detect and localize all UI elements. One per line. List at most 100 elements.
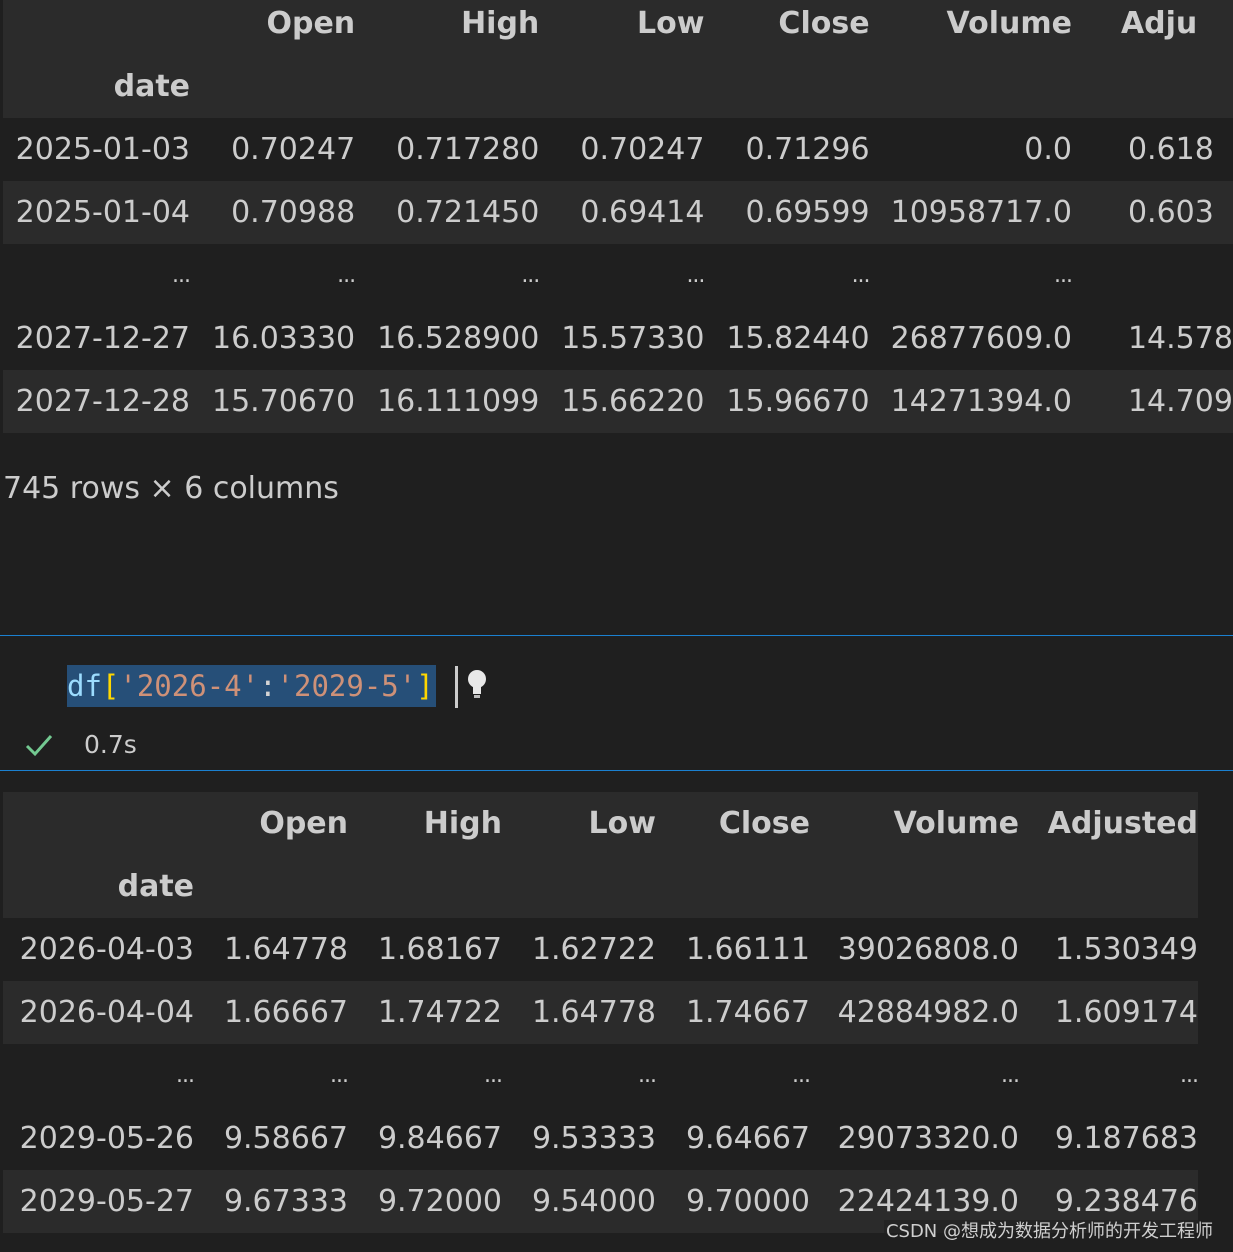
table-cell: ... xyxy=(330,1063,348,1088)
table-cell: 1.66667 xyxy=(223,995,348,1030)
index-name-row: date xyxy=(3,55,1233,118)
top-dataframe: Open High Low Close Volume Adju date 2025-01-0… xyxy=(3,0,1233,433)
index-name: date xyxy=(113,69,191,104)
table-cell: ... xyxy=(1001,1063,1019,1088)
cell-focus-border-top xyxy=(0,635,1233,636)
table-cell: 0.603 xyxy=(1127,195,1214,230)
code-token: '2026-4' xyxy=(119,669,260,703)
row-index: 2026-04-04 xyxy=(19,995,194,1030)
top-output-area: Open High Low Close Volume Adju date 2025-01-0… xyxy=(0,0,1233,440)
table-cell xyxy=(1072,244,1233,307)
table-cell: 14271394.0 xyxy=(890,384,1072,419)
table-cell: 0.70247 xyxy=(231,132,356,167)
table-cell: ... xyxy=(1053,263,1072,288)
column-header: Open xyxy=(259,806,348,841)
table-row: 2026-04-04 1.66667 1.74722 1.64778 1.74667 42… xyxy=(3,981,1198,1044)
row-index: 2027-12-27 xyxy=(15,321,191,356)
table-cell: 0.0 xyxy=(1024,132,1072,167)
table-cell: 1.68167 xyxy=(377,932,502,967)
table-cell: 1.66111 xyxy=(685,932,810,967)
column-header: High xyxy=(461,6,540,41)
table-cell: 14.709 xyxy=(1127,384,1233,419)
table-row: 2026-04-03 1.64778 1.68167 1.62722 1.66111 39… xyxy=(3,918,1198,981)
table-cell: 9.53333 xyxy=(531,1121,656,1156)
table-row: 2025-01-03 0.70247 0.717280 0.70247 0.71296 0… xyxy=(3,118,1233,181)
table-cell: ... xyxy=(851,263,870,288)
table-cell: 9.67333 xyxy=(223,1184,348,1219)
table-cell: 0.70247 xyxy=(580,132,705,167)
code-token: : xyxy=(259,669,277,703)
table-cell: ... xyxy=(484,1063,502,1088)
table-cell: 10958717.0 xyxy=(890,195,1072,230)
row-index: 2026-04-03 xyxy=(19,932,194,967)
table-cell: 9.84667 xyxy=(377,1121,502,1156)
table-cell: ... xyxy=(792,1063,810,1088)
table-cell: 29073320.0 xyxy=(837,1121,1019,1156)
column-header: Volume xyxy=(893,806,1019,841)
table-cell: 42884982.0 xyxy=(837,995,1019,1030)
table-cell: 16.528900 xyxy=(377,321,540,356)
code-token: [ xyxy=(101,669,120,703)
table-cell: 0.721450 xyxy=(396,195,540,230)
column-header: Close xyxy=(718,806,810,841)
table-cell: 0.69599 xyxy=(745,195,870,230)
table-cell: ... xyxy=(686,263,705,288)
table-row: 2027-12-27 16.03330 16.528900 15.57330 15.82… xyxy=(3,307,1233,370)
table-cell: 1.64778 xyxy=(531,995,656,1030)
code-editor-line[interactable]: df['2026-4':'2029-5'] xyxy=(67,665,436,707)
table-cell: 15.82440 xyxy=(726,321,870,356)
table-cell: 0.69414 xyxy=(580,195,705,230)
table-cell: ... xyxy=(337,263,356,288)
lightbulb-icon[interactable] xyxy=(462,666,492,702)
table-cell: 1.609174 xyxy=(1054,995,1198,1030)
code-token: df xyxy=(67,669,102,703)
table-row: 2025-01-04 0.70988 0.721450 0.69414 0.69599 1… xyxy=(3,181,1233,244)
table-cell: 16.111099 xyxy=(377,384,540,419)
index-name-row: date xyxy=(3,855,1198,918)
execution-time: 0.7s xyxy=(84,730,137,759)
watermark: CSDN @想成为数据分析师的开发工程师 xyxy=(883,1220,1215,1244)
column-header: Adjusted xyxy=(1047,806,1198,841)
table-cell: 14.578 xyxy=(1127,321,1233,356)
table-cell: 0.618 xyxy=(1127,132,1214,167)
row-index: 2029-05-26 xyxy=(19,1121,194,1156)
column-header: Volume xyxy=(946,6,1072,41)
table-cell: ... xyxy=(638,1063,656,1088)
table-cell: 9.187683 xyxy=(1054,1121,1198,1156)
table-cell: 9.72000 xyxy=(377,1184,502,1219)
column-header: Adju xyxy=(1120,6,1198,41)
table-cell: 39026808.0 xyxy=(837,932,1019,967)
table-cell: 1.74667 xyxy=(685,995,810,1030)
table-cell: 1.64778 xyxy=(223,932,348,967)
column-header: Low xyxy=(588,806,656,841)
row-index: ... xyxy=(172,263,191,288)
table-cell: 15.96670 xyxy=(726,384,870,419)
index-name: date xyxy=(117,869,194,904)
table-cell: ... xyxy=(521,263,540,288)
table-cell: 1.530349 xyxy=(1054,932,1198,967)
cell-focus-border-bottom xyxy=(0,770,1233,771)
row-index: 2025-01-03 xyxy=(15,132,191,167)
row-index: 2025-01-04 xyxy=(15,195,191,230)
table-cell: ... xyxy=(1180,1063,1198,1088)
text-cursor xyxy=(455,666,458,708)
bottom-dataframe: Open High Low Close Volume Adjusted date 2026-… xyxy=(3,792,1198,1233)
ellipsis-row: .................. xyxy=(3,244,1233,307)
table-cell: 9.58667 xyxy=(223,1121,348,1156)
column-header-row: Open High Low Close Volume Adju xyxy=(3,0,1233,55)
column-header: Open xyxy=(266,6,356,41)
table-cell: 16.03330 xyxy=(212,321,356,356)
table-cell: 15.57330 xyxy=(561,321,705,356)
code-token: ] xyxy=(416,669,434,703)
column-header: High xyxy=(423,806,502,841)
table-cell: 1.74722 xyxy=(377,995,502,1030)
table-cell: 15.66220 xyxy=(561,384,705,419)
dataframe-shape-text: 745 rows × 6 columns xyxy=(3,471,339,506)
table-cell: 1.62722 xyxy=(531,932,656,967)
row-index: 2027-12-28 xyxy=(15,384,191,419)
column-header-row: Open High Low Close Volume Adjusted xyxy=(3,792,1198,855)
check-icon xyxy=(25,735,53,757)
column-header: Close xyxy=(778,6,870,41)
table-cell: 15.70670 xyxy=(212,384,356,419)
table-row: 2027-12-28 15.70670 16.111099 15.66220 15.96… xyxy=(3,370,1233,433)
